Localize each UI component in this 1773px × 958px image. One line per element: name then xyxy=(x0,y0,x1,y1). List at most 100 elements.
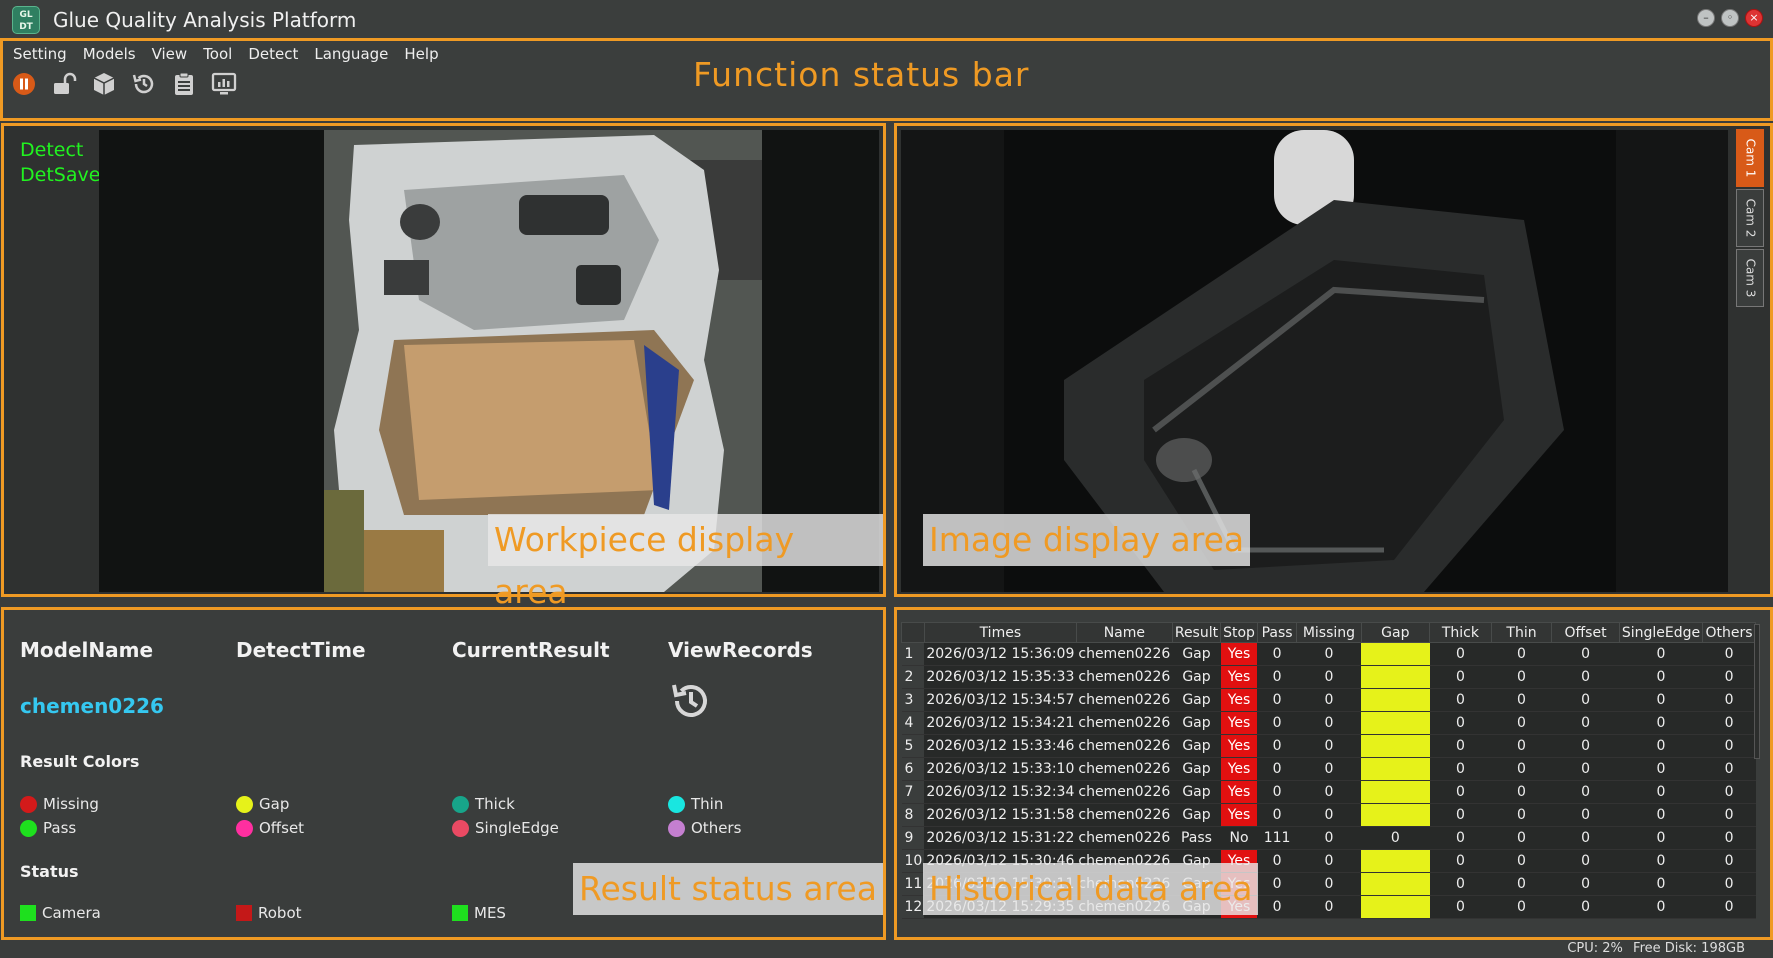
cell-thick: 0 xyxy=(1429,826,1492,850)
table-row[interactable]: 2 2026/03/12 15:35:33 chemen0226 Gap Yes 0 0 2 0… xyxy=(901,665,1756,689)
menu-language[interactable]: Language xyxy=(314,45,388,63)
clipboard-icon[interactable] xyxy=(169,69,199,99)
cell-stop: Yes xyxy=(1220,734,1258,758)
tab-cam-1-label: Cam 1 xyxy=(1743,138,1757,178)
unlock-icon[interactable] xyxy=(49,69,79,99)
cell-missing: 0 xyxy=(1296,688,1362,712)
menu-setting[interactable]: Setting xyxy=(13,45,67,63)
cell-time: 2026/03/12 15:32:34 xyxy=(924,780,1077,804)
cell-thin: 0 xyxy=(1491,803,1552,827)
cell-stop: Yes xyxy=(1220,757,1258,781)
model-name-value: chemen0226 xyxy=(20,694,164,718)
cell-single: 0 xyxy=(1619,734,1703,758)
table-row[interactable]: 3 2026/03/12 15:34:57 chemen0226 Gap Yes 0 0 2 0… xyxy=(901,688,1756,712)
cell-time: 2026/03/12 15:31:58 xyxy=(924,803,1077,827)
table-row[interactable]: 4 2026/03/12 15:34:21 chemen0226 Gap Yes 0 0 2 0… xyxy=(901,711,1756,735)
column-header-thick[interactable]: Thick xyxy=(1429,622,1492,643)
cell-others: 0 xyxy=(1702,895,1756,919)
image-area-annotation: Image display area xyxy=(923,514,1251,566)
cell-name: chemen0226 xyxy=(1076,688,1173,712)
column-header-thin[interactable]: Thin xyxy=(1490,622,1553,643)
history-scrollbar[interactable] xyxy=(1754,624,1760,759)
table-row[interactable]: 5 2026/03/12 15:33:46 chemen0226 Gap Yes 0 0 2 0… xyxy=(901,734,1756,758)
monitor-chart-icon[interactable] xyxy=(209,69,239,99)
legend-missing: Missing xyxy=(20,795,99,813)
table-row[interactable]: 8 2026/03/12 15:31:58 chemen0226 Gap Yes 0 0 2 0… xyxy=(901,803,1756,827)
column-header-others[interactable]: Others xyxy=(1702,622,1756,643)
column-header-singleedge[interactable]: SingleEdge xyxy=(1618,622,1704,643)
cell-thick: 0 xyxy=(1429,780,1492,804)
column-header-result[interactable]: Result xyxy=(1171,622,1222,643)
legend-gap-label: Gap xyxy=(259,795,290,813)
status-mes-label: MES xyxy=(474,904,506,922)
table-row[interactable]: 6 2026/03/12 15:33:10 chemen0226 Gap Yes 0 0 2 0… xyxy=(901,757,1756,781)
column-header-times[interactable]: Times xyxy=(923,622,1077,643)
table-row[interactable]: 1 2026/03/12 15:36:09 chemen0226 Gap Yes 0 0 2 0… xyxy=(901,642,1756,666)
tab-cam-2[interactable]: Cam 2 xyxy=(1736,189,1764,247)
cell-others: 0 xyxy=(1702,872,1756,896)
cell-single: 0 xyxy=(1619,826,1703,850)
table-row[interactable]: 7 2026/03/12 15:32:34 chemen0226 Gap Yes 0 0 2 0… xyxy=(901,780,1756,804)
result-colors-title: Result Colors xyxy=(20,752,140,771)
free-disk: Free Disk: 198GB xyxy=(1633,941,1745,956)
cell-name: chemen0226 xyxy=(1076,803,1173,827)
legend-offset-label: Offset xyxy=(259,819,305,837)
table-row[interactable]: 9 2026/03/12 15:31:22 chemen0226 Pass No 111 0… xyxy=(901,826,1756,850)
cell-thick: 0 xyxy=(1429,711,1492,735)
column-header-stop[interactable]: Stop xyxy=(1220,622,1258,643)
restore-button[interactable]: ◦ xyxy=(1721,9,1739,27)
legend-gap: Gap xyxy=(236,795,289,813)
close-button[interactable]: × xyxy=(1745,9,1763,27)
detsave-tag: DetSave xyxy=(20,164,101,186)
singleedge-color-dot xyxy=(452,819,469,837)
cell-pass: 0 xyxy=(1257,849,1297,873)
cell-gap: 2 xyxy=(1361,849,1430,873)
cell-others: 0 xyxy=(1702,803,1756,827)
pause-icon[interactable] xyxy=(9,69,39,99)
menu-tool[interactable]: Tool xyxy=(203,45,232,63)
cell-result: Gap xyxy=(1172,642,1221,666)
cell-stop: Yes xyxy=(1220,780,1258,804)
cell-gap: 2 xyxy=(1361,642,1430,666)
cell-pass: 0 xyxy=(1257,688,1297,712)
view-records-history-icon[interactable] xyxy=(668,678,714,724)
menu-detect[interactable]: Detect xyxy=(248,45,298,63)
cell-name: chemen0226 xyxy=(1076,780,1173,804)
cell-others: 0 xyxy=(1702,734,1756,758)
legend-pass-label: Pass xyxy=(43,819,77,837)
camera-tabs: Cam 1 Cam 2 Cam 3 xyxy=(1736,129,1766,309)
workpiece-area-annotation: Workpiece display area xyxy=(488,514,883,611)
legend-offset: Offset xyxy=(236,819,304,837)
cell-missing: 0 xyxy=(1296,895,1362,919)
cell-thick: 0 xyxy=(1429,734,1492,758)
column-header-gap[interactable]: Gap xyxy=(1360,622,1431,643)
column-header-offset[interactable]: Offset xyxy=(1551,622,1620,643)
column-header-missing[interactable]: Missing xyxy=(1296,622,1362,643)
column-header-pass[interactable]: Pass xyxy=(1256,622,1298,643)
status-camera-label: Camera xyxy=(42,904,101,922)
cell-stop: Yes xyxy=(1220,803,1258,827)
tab-cam-3[interactable]: Cam 3 xyxy=(1736,249,1764,307)
cell-idx: 7 xyxy=(901,780,925,804)
menu-models[interactable]: Models xyxy=(83,45,136,63)
cell-pass: 0 xyxy=(1257,665,1297,689)
cell-thin: 0 xyxy=(1491,688,1552,712)
legend-singleedge: SingleEdge xyxy=(452,819,559,837)
cell-thick: 0 xyxy=(1429,895,1492,919)
menu-help[interactable]: Help xyxy=(404,45,438,63)
toolbar xyxy=(9,69,239,99)
cube-icon[interactable] xyxy=(89,69,119,99)
history-header-row: Times Name Result Stop Pass Missing Gap Thick Th… xyxy=(901,622,1756,643)
cell-thin: 0 xyxy=(1491,757,1552,781)
menu-view[interactable]: View xyxy=(152,45,188,63)
cell-name: chemen0226 xyxy=(1076,757,1173,781)
column-header-name[interactable]: Name xyxy=(1075,622,1173,643)
column-header-index[interactable] xyxy=(901,622,925,643)
cell-others: 0 xyxy=(1702,849,1756,873)
view-records-header: ViewRecords xyxy=(668,638,813,662)
cell-name: chemen0226 xyxy=(1076,665,1173,689)
minimize-button[interactable]: – xyxy=(1697,9,1715,27)
tab-cam-1[interactable]: Cam 1 xyxy=(1736,129,1764,187)
history-icon[interactable] xyxy=(129,69,159,99)
cell-others: 0 xyxy=(1702,826,1756,850)
